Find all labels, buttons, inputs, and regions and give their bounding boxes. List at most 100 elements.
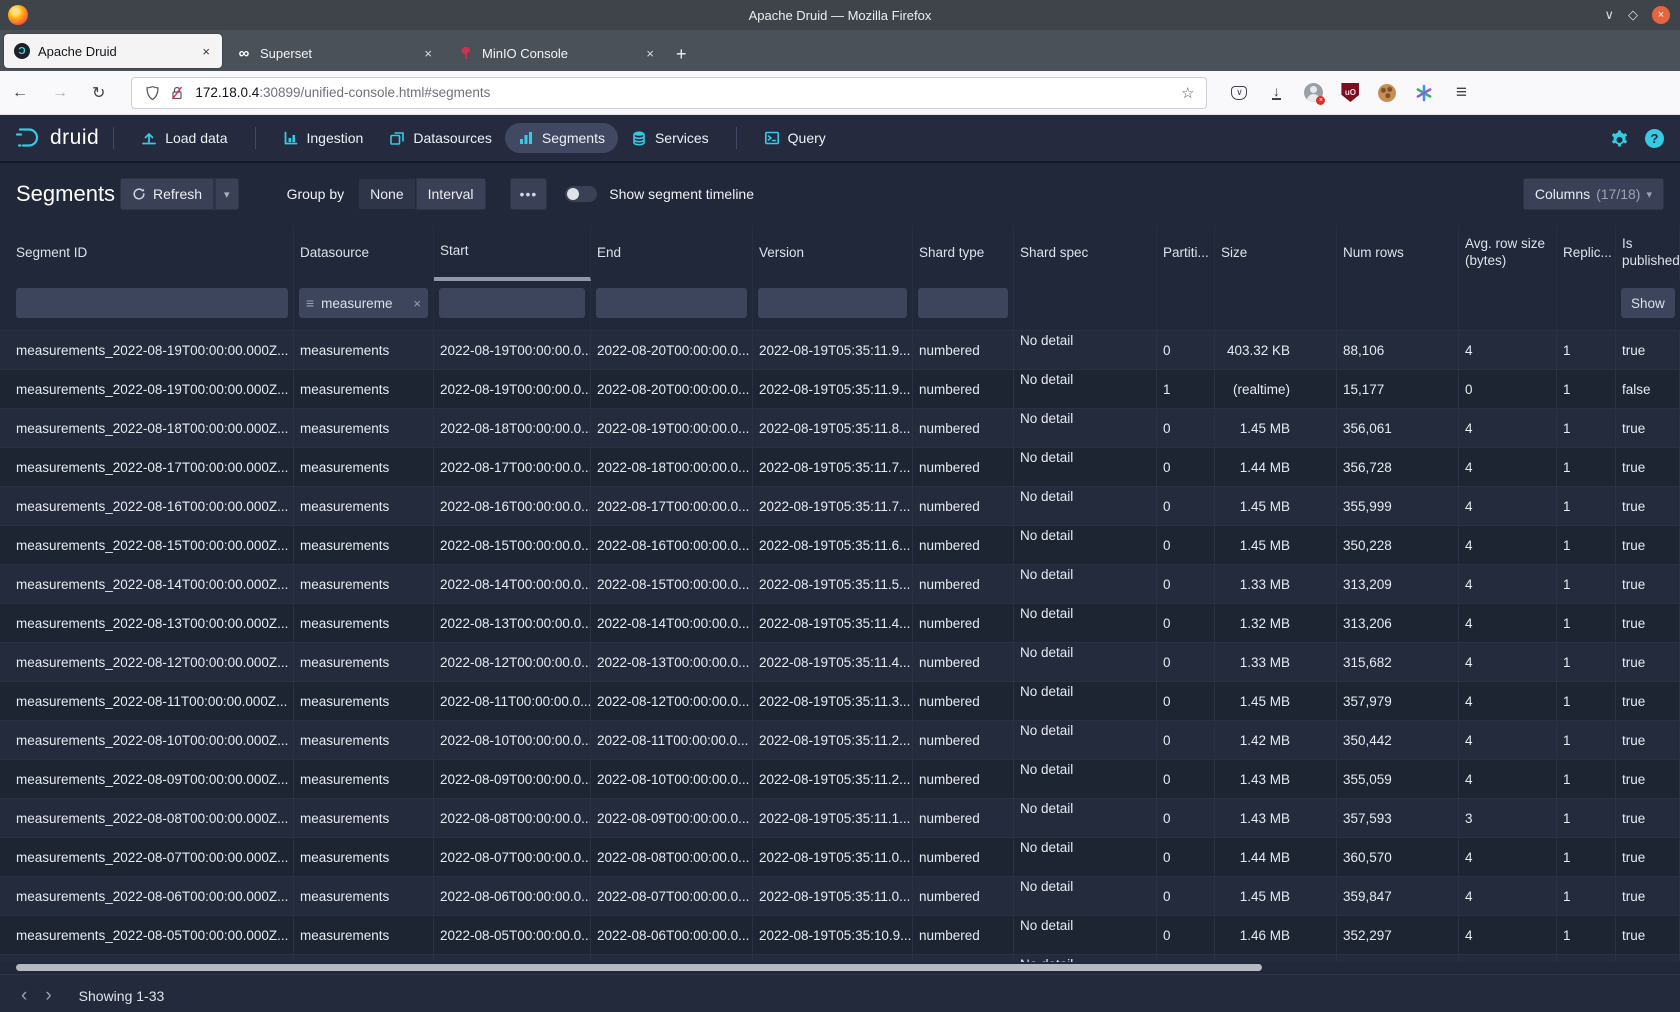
nav-item-segments[interactable]: Segments (505, 123, 618, 153)
segment-timeline-toggle[interactable] (565, 186, 597, 202)
cell-replicas: 1 (1557, 409, 1616, 447)
account-extension-icon[interactable]: × (1303, 83, 1323, 103)
nav-item-load-data[interactable]: Load data (128, 123, 240, 153)
filter-tag-datasource[interactable]: ≡measureme× (299, 288, 428, 318)
cookie-extension-icon[interactable] (1377, 83, 1397, 103)
table-row: No detail (0, 954, 1680, 962)
group-by-interval-button[interactable]: Interval (416, 178, 486, 210)
cell-version: 2022-08-19T05:35:11.5... (753, 565, 913, 603)
menu-hamburger-icon[interactable]: ≡ (1451, 83, 1471, 103)
col-header-segment-id[interactable]: Segment ID (0, 225, 294, 281)
columns-button[interactable]: Columns (17/18) ▾ (1523, 178, 1664, 210)
bookmark-star-icon[interactable]: ☆ (1177, 84, 1198, 102)
cell-end: 2022-08-11T00:00:00.0... (591, 721, 753, 759)
col-header-start[interactable]: Start (434, 225, 591, 281)
tab-close-icon[interactable]: × (420, 44, 436, 63)
cell-shard-type: numbered (913, 760, 1014, 798)
cell-size: 1.45 MB (1215, 526, 1337, 564)
tab-close-icon[interactable]: × (198, 42, 214, 61)
tab-minio-console[interactable]: MinIO Console × (448, 35, 666, 71)
col-header-version[interactable]: Version (753, 225, 913, 281)
new-tab-button[interactable]: + (670, 44, 697, 71)
help-icon[interactable]: ? (1645, 129, 1664, 148)
cell-segment-id: measurements_2022-08-13T00:00:00.000Z... (0, 604, 294, 642)
nav-item-datasources[interactable]: Datasources (376, 123, 505, 153)
scrollbar-thumb[interactable] (16, 964, 1262, 971)
horizontal-scrollbar[interactable] (0, 962, 1680, 974)
cell-replicas: 1 (1557, 487, 1616, 525)
col-header-end[interactable]: End (591, 225, 753, 281)
previous-page-icon[interactable]: ‹ (12, 985, 36, 1007)
cell-partition: 0 (1157, 760, 1215, 798)
filter-input-start[interactable] (439, 288, 585, 318)
download-icon[interactable]: ↓ (1266, 83, 1286, 103)
table-row: measurements_2022-08-13T00:00:00.000Z...… (0, 603, 1680, 642)
table-row: measurements_2022-08-11T00:00:00.000Z...… (0, 681, 1680, 720)
window-titlebar: Apache Druid — Mozilla Firefox ∨ ◇ × (0, 0, 1680, 30)
ublock-origin-icon[interactable]: uO (1340, 83, 1360, 103)
forward-icon[interactable]: → (40, 84, 80, 102)
cell-shard-spec: No detail (1014, 643, 1157, 681)
refresh-button[interactable]: Refresh (120, 178, 214, 210)
shield-icon[interactable] (145, 85, 160, 101)
nav-item-query[interactable]: Query (751, 123, 839, 153)
settings-gear-icon[interactable] (1610, 129, 1629, 148)
cell-start: 2022-08-08T00:00:00.0... (434, 799, 591, 837)
insecure-lock-icon[interactable] (170, 85, 184, 101)
tab-superset[interactable]: ∞ Superset × (226, 35, 444, 71)
druid-brand[interactable]: druid (14, 125, 99, 151)
window-close-icon[interactable]: × (1652, 6, 1670, 24)
group-by-none-button[interactable]: None (358, 178, 415, 210)
col-header-num-rows[interactable]: Num rows (1337, 225, 1459, 281)
cell-avg-row-size: 4 (1459, 448, 1557, 486)
cell-size: 1.44 MB (1215, 838, 1337, 876)
col-header-datasource[interactable]: Datasource (294, 225, 434, 281)
refresh-caret-button[interactable]: ▾ (214, 178, 239, 210)
filter-input-shard-type[interactable] (918, 288, 1008, 318)
nav-item-services[interactable]: Services (618, 123, 722, 153)
window-maximize-icon[interactable]: ◇ (1628, 7, 1638, 23)
filter-show-is-published[interactable]: Show (1621, 288, 1675, 318)
services-icon (631, 130, 647, 146)
nav-item-ingestion[interactable]: Ingestion (270, 123, 377, 153)
col-header-size[interactable]: Size (1215, 225, 1337, 281)
url-bar[interactable]: 172.18.0.4:30899/unified-console.html#se… (131, 77, 1207, 109)
col-header-replicas[interactable]: Replic... (1557, 225, 1616, 281)
cell-size: 1.45 MB (1215, 682, 1337, 720)
cell-is-published: true (1616, 643, 1680, 681)
col-header-shard-spec[interactable]: Shard spec (1014, 225, 1157, 281)
more-options-button[interactable]: ••• (510, 178, 548, 210)
filter-input-end[interactable] (596, 288, 747, 318)
cell-num-rows: 360,570 (1337, 838, 1459, 876)
col-header-is-published[interactable]: Is published (1616, 225, 1680, 281)
filter-tag-close-icon[interactable]: × (413, 296, 421, 311)
back-icon[interactable]: ← (0, 84, 40, 102)
col-header-partition[interactable]: Partiti... (1157, 225, 1215, 281)
window-minimize-icon[interactable]: ∨ (1604, 7, 1614, 23)
tab-close-icon[interactable]: × (642, 44, 658, 63)
next-page-icon[interactable]: › (36, 985, 60, 1007)
reload-icon[interactable]: ↻ (80, 83, 117, 103)
cell-datasource (294, 955, 434, 962)
url-host: 172.18.0.4 (195, 85, 259, 100)
cell-avg-row-size: 4 (1459, 604, 1557, 642)
filter-input-version[interactable] (758, 288, 907, 318)
table-row: measurements_2022-08-07T00:00:00.000Z...… (0, 837, 1680, 876)
filter-cell-num-rows (1337, 281, 1459, 330)
cell-start: 2022-08-14T00:00:00.0... (434, 565, 591, 603)
col-header-avg-row-size[interactable]: Avg. row size (bytes) (1459, 225, 1557, 281)
cell-datasource: measurements (294, 916, 434, 954)
col-header-shard-type[interactable]: Shard type (913, 225, 1014, 281)
cell-num-rows: 359,847 (1337, 877, 1459, 915)
cell-datasource: measurements (294, 877, 434, 915)
cell-end: 2022-08-19T00:00:00.0... (591, 409, 753, 447)
cell-end: 2022-08-06T00:00:00.0... (591, 916, 753, 954)
asterisk-extension-icon[interactable] (1414, 83, 1434, 103)
cell-shard-spec: No detail (1014, 799, 1157, 837)
url-text[interactable]: 172.18.0.4:30899/unified-console.html#se… (195, 85, 1177, 100)
cell-datasource: measurements (294, 604, 434, 642)
pocket-icon[interactable]: ∨ (1229, 83, 1249, 103)
tab-apache-druid[interactable]: Ɔ Apache Druid × (4, 34, 222, 68)
toggle-knob (567, 188, 579, 200)
filter-input-segment-id[interactable] (16, 288, 288, 318)
